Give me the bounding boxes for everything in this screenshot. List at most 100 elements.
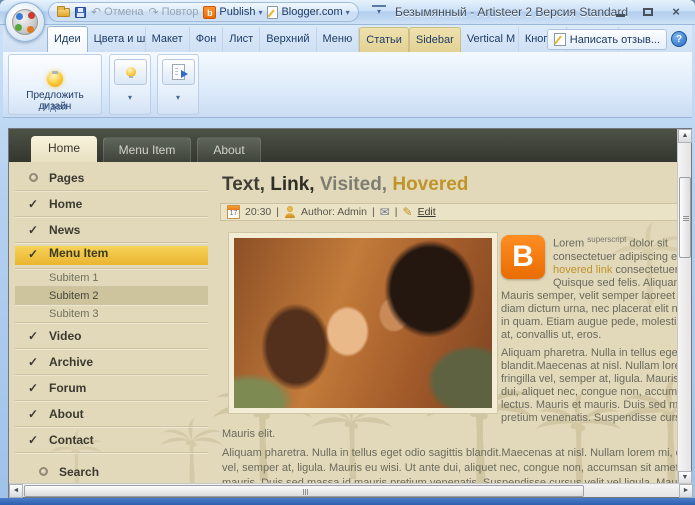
blogger-account-button[interactable]: Blogger.com ▾ <box>267 6 349 19</box>
tab-background[interactable]: Фон <box>190 27 224 52</box>
sidebar-item-home[interactable]: ✓ Home <box>15 191 208 217</box>
body-paragraph-bottom: Aliquam pharetra. Nulla in tellus eget o… <box>222 446 677 483</box>
maximize-button[interactable] <box>639 4 657 19</box>
window-bottom-edge <box>0 498 695 505</box>
sidebar-item-menu-item[interactable]: ✓ Menu Item <box>15 243 208 269</box>
ideas-group: Предложить дизайн Идеи <box>8 54 102 115</box>
blogger-label: Blogger.com <box>281 6 342 18</box>
meta-separator: | <box>372 206 375 218</box>
vertical-menu: Pages ✓ Home ✓ News ✓ Menu Item Subitem … <box>15 162 208 483</box>
tab-colors-fonts[interactable]: Цвета и ш <box>88 27 146 52</box>
palette-icon <box>12 9 38 35</box>
ribbon-panel: Предложить дизайн Идеи ▾ ▾ <box>3 52 692 118</box>
edit-pencil-icon: ✎ <box>403 206 413 218</box>
export-group: ▾ <box>157 54 199 115</box>
feedback-label: Написать отзыв... <box>570 34 660 46</box>
article-title: Text, Link, Visited, Hovered <box>222 174 468 196</box>
sidebar-item-search[interactable]: Search <box>15 459 208 483</box>
redo-label: Повтор <box>162 6 199 18</box>
publish-dropdown-icon[interactable]: ▾ <box>258 8 262 17</box>
window-title: Безымянный - Artisteer 2 Версия Standard <box>395 5 628 19</box>
edit-link[interactable]: Edit <box>418 206 436 218</box>
sidebar-item-forum[interactable]: ✓ Forum <box>15 375 208 401</box>
tab-sheet[interactable]: Лист <box>223 27 260 52</box>
article-area: Text, Link, Visited, Hovered 17 20:30 | … <box>208 162 677 483</box>
vertical-scroll-thumb[interactable] <box>679 177 691 258</box>
sidebar-item-subitem-1[interactable]: Subitem 1 <box>15 269 208 287</box>
body-line: Lorem superscript dolor sit <box>553 233 677 251</box>
tab-sidebar[interactable]: Sidebar <box>409 27 461 52</box>
check-icon: ✓ <box>25 381 41 395</box>
undo-button[interactable]: ↶ Отмена <box>91 6 144 18</box>
undo-label: Отмена <box>104 6 143 18</box>
hovered-link-sample[interactable]: hovered link <box>553 264 612 276</box>
tab-ideas[interactable]: Идеи <box>47 26 88 52</box>
scroll-right-button[interactable]: ► <box>679 484 693 498</box>
help-button[interactable]: ? <box>671 31 687 47</box>
title-visited-sample[interactable]: Visited, <box>320 174 393 195</box>
export-button[interactable] <box>162 59 195 85</box>
vertical-scrollbar[interactable]: ▲ ▼ <box>677 129 691 485</box>
tab-articles[interactable]: Статьи <box>359 27 409 52</box>
tab-vertical-menu[interactable]: Vertical M <box>461 27 519 52</box>
nav-tab-about[interactable]: About <box>197 137 261 162</box>
body-line: dui, aliquet nec, congue non, accumsan s… <box>501 386 677 399</box>
scroll-up-button[interactable]: ▲ <box>678 129 692 143</box>
article-body: B Lorem superscript dolor sit consectetu… <box>208 228 677 428</box>
body-line: lectus. Mauris et mauris. Duis sed massa… <box>501 399 677 412</box>
title-link-sample[interactable]: Link, <box>270 174 320 195</box>
horizontal-scroll-thumb[interactable] <box>24 485 584 497</box>
sidebar-item-archive[interactable]: ✓ Archive <box>15 349 208 375</box>
write-feedback-button[interactable]: Написать отзыв... <box>547 29 667 50</box>
publish-button[interactable]: b Publish ▾ <box>203 6 262 19</box>
save-button[interactable] <box>75 7 86 18</box>
idea-variant-button[interactable] <box>114 59 147 85</box>
sidebar-item-subitem-3[interactable]: Subitem 3 <box>15 305 208 323</box>
superscript-text: superscript <box>587 235 626 244</box>
idea-variant-dropdown[interactable]: ▾ <box>110 93 150 102</box>
sidebar-item-subitem-2[interactable]: Subitem 2 <box>15 287 208 305</box>
sidebar-item-pages[interactable]: Pages <box>15 165 208 191</box>
body-line: vel, semper at, ligula. Mauris eu wisi. … <box>222 461 677 476</box>
sidebar-item-contact[interactable]: ✓ Contact <box>15 427 208 453</box>
folder-open-icon <box>57 8 70 17</box>
scroll-left-button[interactable]: ◄ <box>9 484 23 498</box>
meta-time: 20:30 <box>245 206 271 218</box>
tab-menu[interactable]: Меню <box>317 27 360 52</box>
close-button[interactable]: × <box>667 4 685 19</box>
ideas-group-label: Идеи <box>9 102 101 113</box>
nav-tab-menu-item[interactable]: Menu Item <box>103 137 191 162</box>
sidebar-item-about[interactable]: ✓ About <box>15 401 208 427</box>
preview-page: Home Menu Item About <box>9 129 677 483</box>
meta-author: Author: Admin <box>301 206 367 218</box>
tab-header[interactable]: Верхний <box>260 27 316 52</box>
body-line: diam dictum urna, nec placerat elit null… <box>501 303 677 316</box>
publish-icon: b <box>203 6 216 19</box>
redo-button[interactable]: ↷ Повтор <box>149 6 199 18</box>
body-line: consectetuer adipiscing elit, <box>553 251 677 264</box>
publish-label: Publish <box>219 6 255 18</box>
minimize-button[interactable] <box>611 4 629 19</box>
window-controls: × <box>611 4 685 19</box>
title-hovered-sample[interactable]: Hovered <box>392 174 468 195</box>
sidebar-item-news[interactable]: ✓ News <box>15 217 208 243</box>
body-paragraph-short: Mauris elit. <box>222 428 275 440</box>
undo-icon: ↶ <box>91 6 101 18</box>
check-icon: ✓ <box>25 355 41 369</box>
app-menu-button[interactable] <box>5 2 45 42</box>
envelope-icon[interactable]: ✉ <box>380 206 390 218</box>
body-line: Aliquam pharetra. Nulla in tellus eget o… <box>501 347 677 360</box>
blogger-dropdown-icon[interactable]: ▾ <box>346 8 350 17</box>
export-dropdown[interactable]: ▾ <box>158 93 198 102</box>
feedback-pencil-icon <box>554 33 566 46</box>
body-line: mauris. Duis sed massa id mauris pretium… <box>222 476 677 483</box>
check-icon: ✓ <box>25 433 41 447</box>
horizontal-scrollbar[interactable]: ◄ ► <box>9 483 693 497</box>
open-button[interactable] <box>57 8 70 17</box>
qat-overflow-button[interactable]: ▾ <box>372 5 386 17</box>
sidebar-item-video[interactable]: ✓ Video <box>15 323 208 349</box>
nav-tab-home[interactable]: Home <box>31 136 97 162</box>
suggest-design-button[interactable]: Предложить дизайн <box>12 56 98 102</box>
tab-layout[interactable]: Макет <box>146 27 190 52</box>
radio-icon <box>25 171 41 185</box>
